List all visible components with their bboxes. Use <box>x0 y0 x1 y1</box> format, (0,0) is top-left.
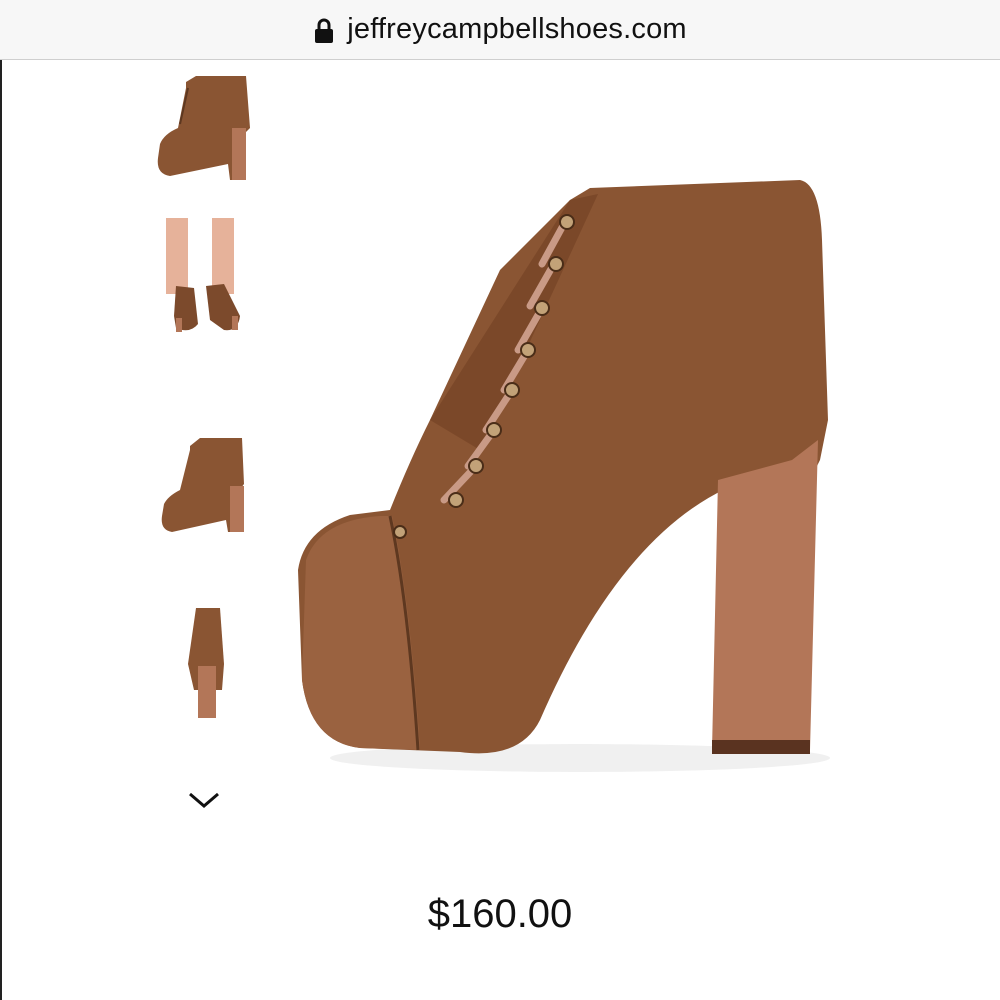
chevron-down-icon[interactable] <box>186 786 222 814</box>
lock-icon <box>315 18 334 43</box>
product-price: $160.00 <box>427 892 573 936</box>
thumbnail-angled-view[interactable] <box>150 428 260 548</box>
url-text: jeffreycampbellshoes.com <box>347 13 687 45</box>
address-bar[interactable]: jeffreycampbellshoes.com <box>0 0 1000 60</box>
thumbnail-worn-view[interactable] <box>150 216 260 336</box>
thumbnail-back-view[interactable] <box>150 600 260 720</box>
thumbnail-side-view[interactable] <box>150 68 260 188</box>
window-edge <box>0 60 2 1000</box>
product-main-image[interactable] <box>280 160 840 790</box>
